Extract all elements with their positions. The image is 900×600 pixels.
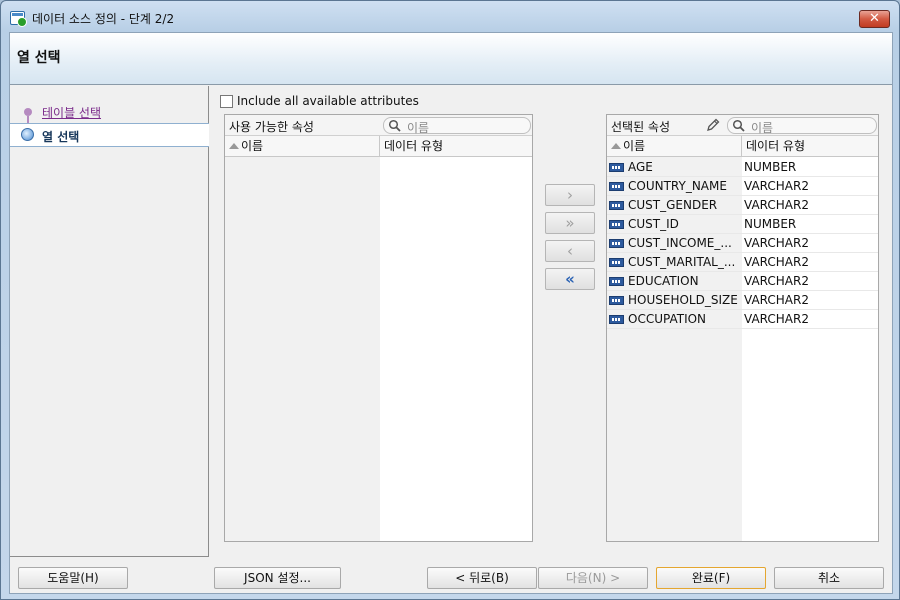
app-icon <box>10 11 27 27</box>
table-row[interactable]: CUST_MARITAL_... VARCHAR2 <box>607 253 878 272</box>
row-name: AGE <box>628 160 653 174</box>
step-visited-icon <box>24 108 32 116</box>
selected-attributes-list[interactable]: 선택된 속성 이름 이름 데이터 유형 AGE NUMBER COUNTRY_N… <box>606 114 879 542</box>
row-type: VARCHAR2 <box>744 255 809 269</box>
available-attributes-list[interactable]: 사용 가능한 속성 이름 이름 데이터 유형 <box>224 114 533 542</box>
include-all-label[interactable]: Include all available attributes <box>237 94 419 108</box>
row-type: VARCHAR2 <box>744 236 809 250</box>
table-row[interactable]: OCCUPATION VARCHAR2 <box>607 310 878 329</box>
row-name: CUST_MARITAL_... <box>628 255 736 269</box>
step-navigator: 테이블 선택 열 선택 <box>10 86 209 557</box>
row-type: NUMBER <box>744 160 797 174</box>
available-list-label: 사용 가능한 속성 <box>229 120 314 134</box>
table-row[interactable]: HOUSEHOLD_SIZE VARCHAR2 <box>607 291 878 310</box>
row-name: HOUSEHOLD_SIZE <box>628 293 738 307</box>
next-button[interactable]: 다음(N) > <box>538 567 648 589</box>
page-header: 열 선택 <box>10 33 892 85</box>
varchar-type-icon <box>609 220 624 229</box>
available-name-column-bg <box>225 157 380 541</box>
varchar-type-icon <box>609 182 624 191</box>
finish-button[interactable]: 완료(F) <box>656 567 766 589</box>
search-icon <box>732 119 745 132</box>
remove-selected-button[interactable]: ‹ <box>545 240 595 262</box>
available-header-type[interactable]: 데이터 유형 <box>380 136 532 157</box>
selected-search-placeholder: 이름 <box>751 121 774 135</box>
row-name: CUST_ID <box>628 217 679 231</box>
row-type: VARCHAR2 <box>744 274 809 288</box>
sort-ascending-icon <box>229 143 239 149</box>
varchar-type-icon <box>609 258 624 267</box>
json-settings-button[interactable]: JSON 설정... <box>214 567 341 589</box>
varchar-type-icon <box>609 315 624 324</box>
dialog-window: 데이터 소스 정의 - 단계 2/2 ✕ 열 선택 테이블 선택 열 선택 In… <box>0 0 900 600</box>
available-column-header: 이름 데이터 유형 <box>225 136 532 157</box>
title-bar[interactable]: 데이터 소스 정의 - 단계 2/2 ✕ <box>1 1 899 33</box>
step-current-icon <box>21 128 34 141</box>
varchar-type-icon <box>609 239 624 248</box>
row-name: CUST_GENDER <box>628 198 718 212</box>
move-selected-button[interactable]: › <box>545 184 595 206</box>
row-type: NUMBER <box>744 217 797 231</box>
available-list-toolbar: 사용 가능한 속성 이름 <box>225 115 532 136</box>
cancel-button[interactable]: 취소 <box>774 567 884 589</box>
row-type: VARCHAR2 <box>744 198 809 212</box>
row-type: VARCHAR2 <box>744 293 809 307</box>
row-name: OCCUPATION <box>628 312 707 326</box>
help-button[interactable]: 도움말(H) <box>18 567 128 589</box>
table-row[interactable]: CUST_ID NUMBER <box>607 215 878 234</box>
table-row[interactable]: AGE NUMBER <box>607 158 878 177</box>
available-search-placeholder: 이름 <box>407 121 430 135</box>
sort-ascending-icon <box>611 143 621 149</box>
move-all-button[interactable]: » <box>545 212 595 234</box>
varchar-type-icon <box>609 296 624 305</box>
back-button[interactable]: < 뒤로(B) <box>427 567 537 589</box>
dialog-body: 열 선택 테이블 선택 열 선택 Include all available a… <box>9 32 893 594</box>
table-row[interactable]: COUNTRY_NAME VARCHAR2 <box>607 177 878 196</box>
page-title: 열 선택 <box>17 50 61 66</box>
search-icon <box>388 119 401 132</box>
step-current-row[interactable]: 열 선택 <box>10 123 209 147</box>
row-name: EDUCATION <box>628 274 699 288</box>
remove-all-button[interactable]: « <box>545 268 595 290</box>
row-name: CUST_INCOME_... <box>628 236 732 250</box>
varchar-type-icon <box>609 163 624 172</box>
selected-list-toolbar: 선택된 속성 이름 <box>607 115 878 136</box>
window-title: 데이터 소스 정의 - 단계 2/2 <box>32 12 175 26</box>
selected-list-label: 선택된 속성 <box>611 120 671 134</box>
close-button[interactable]: ✕ <box>859 10 890 28</box>
row-name: COUNTRY_NAME <box>628 179 727 193</box>
selected-column-header: 이름 데이터 유형 <box>607 136 878 157</box>
row-type: VARCHAR2 <box>744 179 809 193</box>
step-link-table-select[interactable]: 테이블 선택 <box>42 104 101 121</box>
table-row[interactable]: EDUCATION VARCHAR2 <box>607 272 878 291</box>
include-all-checkbox[interactable] <box>220 95 233 108</box>
varchar-type-icon <box>609 201 624 210</box>
available-header-name[interactable]: 이름 <box>225 136 380 157</box>
table-row[interactable]: CUST_INCOME_... VARCHAR2 <box>607 234 878 253</box>
selected-header-name[interactable]: 이름 <box>607 136 742 157</box>
pencil-icon[interactable] <box>705 117 721 133</box>
step-label-column-select: 열 선택 <box>42 130 80 144</box>
available-search-input[interactable]: 이름 <box>383 117 531 135</box>
selected-search-input[interactable]: 이름 <box>727 117 877 135</box>
table-row[interactable]: CUST_GENDER VARCHAR2 <box>607 196 878 215</box>
row-type: VARCHAR2 <box>744 312 809 326</box>
selected-header-type[interactable]: 데이터 유형 <box>742 136 878 157</box>
varchar-type-icon <box>609 277 624 286</box>
